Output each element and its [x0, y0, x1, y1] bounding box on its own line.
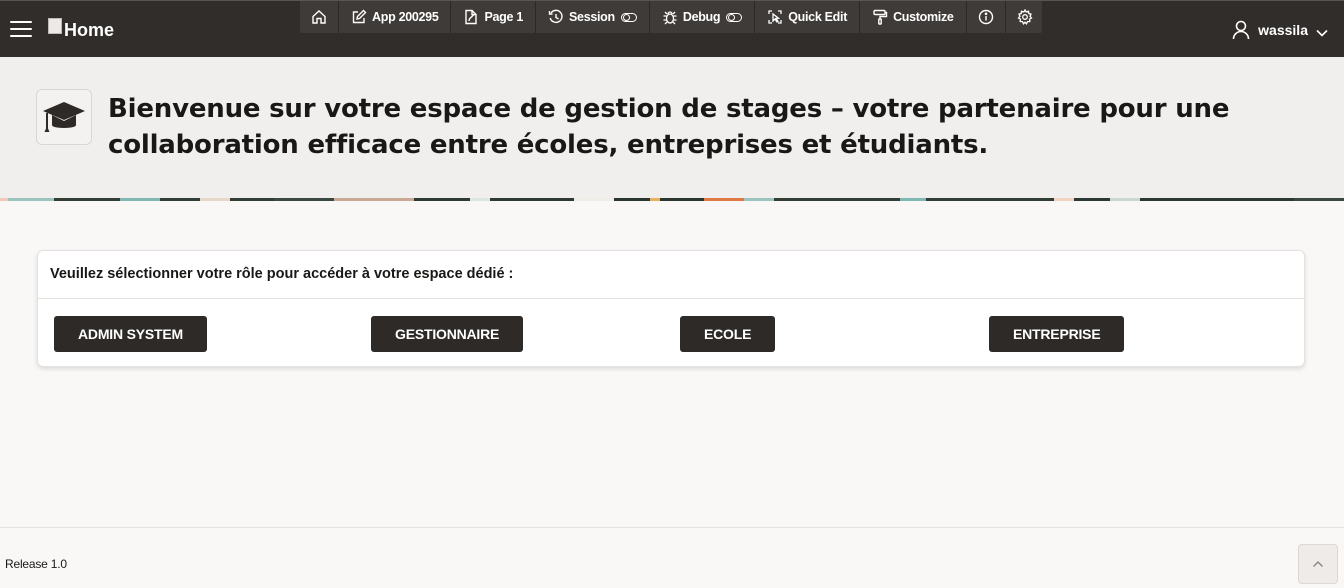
entreprise-button[interactable]: ENTREPRISE — [989, 316, 1125, 352]
devbar-session-label: Session — [569, 10, 615, 24]
chevron-up-icon — [1313, 561, 1323, 567]
paint-roller-icon — [872, 9, 888, 25]
page-title: Bienvenue sur votre espace de gestion de… — [108, 94, 1230, 160]
release-label: Release 1.0 — [5, 557, 67, 571]
user-menu[interactable]: wassila — [1232, 20, 1328, 40]
hero-region: Bienvenue sur votre espace de gestion de… — [0, 57, 1344, 201]
devbar-customize-label: Customize — [893, 10, 954, 24]
scroll-to-top-button[interactable] — [1298, 544, 1338, 584]
devbar-debug-button[interactable]: Debug — [650, 1, 756, 33]
ecole-button[interactable]: ECOLE — [680, 316, 776, 352]
role-selection-region: Veuillez sélectionner votre rôle pour ac… — [37, 250, 1305, 367]
devbar-settings-button[interactable] — [1006, 1, 1044, 33]
app-header: Home App 200295 Page 1 Session Debug Qui… — [0, 0, 1344, 57]
session-clock-icon — [548, 9, 564, 25]
devbar-page-button[interactable]: Page 1 — [451, 1, 536, 33]
devbar-quick-edit-label: Quick Edit — [788, 10, 848, 24]
devbar-home-button[interactable] — [300, 1, 339, 33]
user-icon — [1232, 20, 1250, 40]
broken-image-icon — [48, 18, 62, 34]
quick-edit-icon — [767, 9, 783, 25]
footer-divider — [0, 527, 1344, 528]
developer-toolbar: App 200295 Page 1 Session Debug Quick Ed… — [300, 1, 1042, 33]
chevron-down-icon — [1316, 25, 1328, 37]
bug-icon — [662, 9, 678, 25]
home-logo-link[interactable]: Home — [48, 18, 114, 42]
debug-toggle-icon[interactable] — [726, 12, 743, 22]
devbar-app-label: App 200295 — [372, 10, 439, 24]
devbar-app-button[interactable]: App 200295 — [339, 1, 452, 33]
devbar-debug-label: Debug — [682, 10, 721, 24]
menu-icon[interactable] — [10, 21, 32, 37]
devbar-quick-edit-button[interactable]: Quick Edit — [755, 1, 861, 33]
role-prompt: Veuillez sélectionner votre rôle pour ac… — [38, 251, 1304, 299]
page-edit-icon — [463, 9, 479, 25]
logo-alt-text: Home — [64, 19, 115, 40]
session-toggle-icon[interactable] — [620, 12, 637, 22]
user-name: wassila — [1258, 22, 1308, 38]
devbar-page-label: Page 1 — [484, 10, 523, 24]
devbar-customize-button[interactable]: Customize — [860, 1, 967, 33]
devbar-info-button[interactable] — [967, 1, 1006, 33]
edit-icon — [351, 9, 367, 25]
home-icon — [311, 9, 327, 25]
gear-icon — [1017, 9, 1033, 25]
admin-system-button[interactable]: ADMIN SYSTEM — [54, 316, 207, 352]
info-icon — [978, 9, 994, 25]
gestionnaire-button[interactable]: GESTIONNAIRE — [371, 316, 524, 352]
decorative-pattern-band — [0, 193, 1344, 201]
graduation-cap-icon — [36, 89, 92, 145]
devbar-session-button[interactable]: Session — [536, 1, 650, 33]
